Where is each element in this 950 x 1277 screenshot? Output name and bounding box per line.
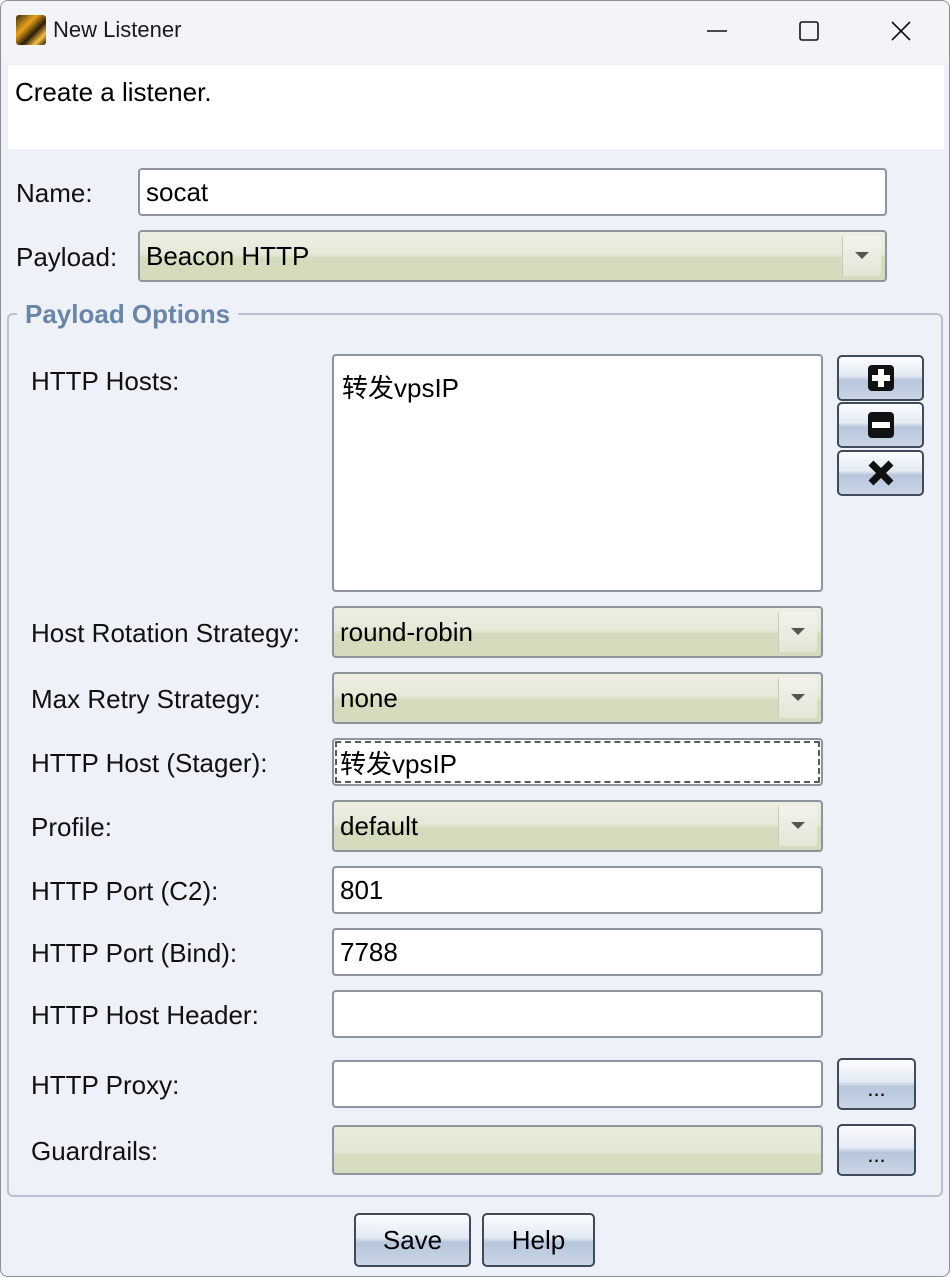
host-header-field[interactable] [332,990,823,1038]
host-header-label: HTTP Host Header: [31,1000,259,1030]
name-label: Name: [16,178,93,208]
minimize-button[interactable] [693,9,741,53]
port-c2-field[interactable]: 801 [332,866,823,914]
chevron-down-icon[interactable] [842,236,881,276]
rotation-select-value: round-robin [340,616,473,647]
retry-select[interactable]: none [332,672,823,724]
description-panel: Create a listener. [8,65,944,149]
proxy-label: HTTP Proxy: [31,1070,180,1100]
proxy-field[interactable] [332,1060,823,1108]
remove-host-button[interactable] [837,402,924,448]
minimize-icon [707,30,727,32]
rotation-select[interactable]: round-robin [332,606,823,658]
port-bind-field[interactable]: 7788 [332,928,823,976]
profile-label: Profile: [31,812,112,842]
chevron-down-icon[interactable] [778,678,817,718]
guardrails-browse-button[interactable]: ... [837,1124,916,1176]
app-icon [16,15,46,45]
clear-hosts-button[interactable] [837,450,924,496]
close-icon [891,21,911,41]
plus-icon [867,365,894,391]
chevron-down-icon[interactable] [778,612,817,652]
clear-icon [868,460,893,486]
guardrails-label: Guardrails: [31,1136,159,1166]
http-hosts-label: HTTP Hosts: [31,366,180,396]
name-field[interactable]: socat [138,168,887,216]
minus-icon [867,412,894,438]
profile-select[interactable]: default [332,800,823,852]
close-button[interactable] [877,9,925,53]
payload-select-value: Beacon HTTP [146,240,310,271]
list-item[interactable]: 转发vpsIP [342,368,459,405]
description-text: Create a listener. [15,77,212,107]
retry-select-value: none [340,682,398,713]
payload-select[interactable]: Beacon HTTP [138,230,887,282]
add-host-button[interactable] [837,355,924,401]
help-button[interactable]: Help [482,1213,595,1267]
port-c2-label: HTTP Port (C2): [31,876,219,906]
maximize-icon [799,21,819,41]
chevron-down-icon[interactable] [778,806,817,846]
rotation-label: Host Rotation Strategy: [31,618,300,648]
title-bar: New Listener [1,1,949,63]
proxy-browse-button[interactable]: ... [837,1058,916,1110]
window-title: New Listener [53,17,182,42]
http-hosts-list[interactable]: 转发vpsIP [332,354,823,592]
maximize-button[interactable] [785,9,833,53]
profile-select-value: default [340,810,419,841]
payload-label: Payload: [16,242,118,272]
save-button[interactable]: Save [354,1213,471,1267]
guardrails-field [332,1125,823,1175]
port-bind-label: HTTP Port (Bind): [31,938,238,968]
retry-label: Max Retry Strategy: [31,684,261,714]
new-listener-window: New Listener Create a listener. Name: so… [0,0,950,1277]
stager-field[interactable]: 转发vpsIP [332,738,823,786]
payload-options-title: Payload Options [17,299,239,330]
stager-label: HTTP Host (Stager): [31,748,268,778]
